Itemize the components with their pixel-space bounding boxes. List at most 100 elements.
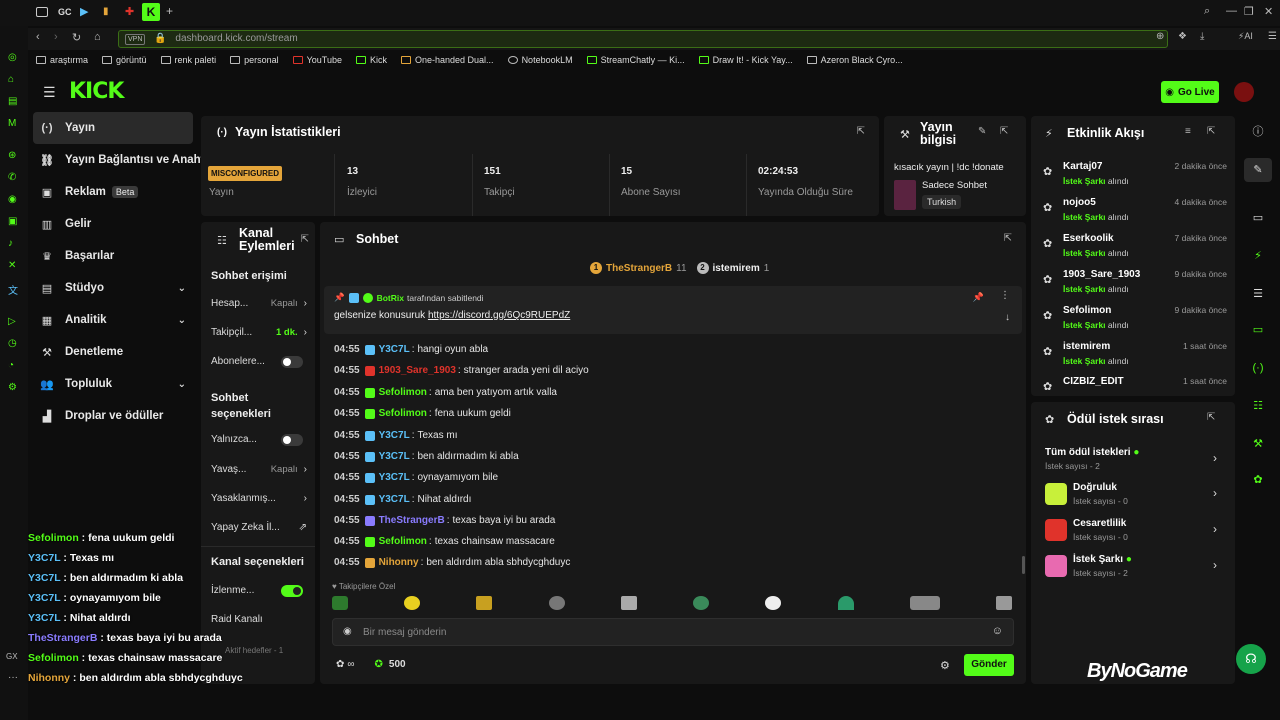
reward-item[interactable]: İstek Şarkı ● İstek sayısı - 2 › xyxy=(1045,552,1217,582)
emote-icon[interactable] xyxy=(548,596,565,610)
emote-icon[interactable] xyxy=(332,596,348,610)
tab-plugin-icon[interactable]: ✚ xyxy=(125,5,134,18)
translate-icon[interactable]: 文 xyxy=(8,282,18,297)
tab-kick-active[interactable]: K xyxy=(142,3,160,21)
nav-item-yayin[interactable]: (·) Yayın xyxy=(33,112,193,144)
message-username[interactable]: Nihonny xyxy=(379,557,419,568)
reward-icon[interactable]: ✿ xyxy=(336,659,344,670)
expand-icon[interactable]: ⇱ xyxy=(1207,412,1215,423)
whatsapp-icon[interactable]: ✆ xyxy=(8,172,16,183)
bookmark[interactable]: personal xyxy=(230,55,279,65)
emote-icon[interactable] xyxy=(476,596,493,610)
points-icon[interactable]: ✪ xyxy=(375,659,383,670)
message-username[interactable]: Y3C7L xyxy=(379,344,410,355)
reward-icon[interactable]: ✿ xyxy=(1244,468,1272,492)
bookmark[interactable]: NotebookLM xyxy=(507,55,573,65)
setting-account-age[interactable]: Hesap... Kapalı › xyxy=(211,298,307,309)
scrollbar[interactable] xyxy=(1022,556,1025,574)
menu-icon[interactable]: ☰ xyxy=(1268,31,1277,42)
music-icon[interactable]: ▤ xyxy=(8,96,17,107)
nav-item-reklam[interactable]: ▣ Reklam Beta xyxy=(28,176,198,208)
chat-settings-icon[interactable]: ◉ xyxy=(343,626,352,637)
more-options-icon[interactable]: ⋮ xyxy=(1000,290,1010,301)
setting-ai-moderation[interactable]: Yapay Zeka İl... ⇗ xyxy=(211,522,307,533)
bookmark[interactable]: Kick xyxy=(355,55,387,65)
minimize-icon[interactable]: — xyxy=(1226,5,1237,17)
list-icon[interactable]: ☰ xyxy=(1244,282,1272,306)
player-icon[interactable]: ▷ xyxy=(8,316,16,327)
history-icon[interactable]: ◷ xyxy=(8,338,17,349)
watch-party-toggle[interactable] xyxy=(281,585,303,597)
support-icon[interactable]: ☊ xyxy=(1236,644,1266,674)
setting-followers-only[interactable]: Takipçil... 1 dk. › xyxy=(211,327,307,338)
message-username[interactable]: Y3C7L xyxy=(379,472,410,483)
nav-item-topluluk[interactable]: 👥 Topluluk ⌄ xyxy=(28,368,198,400)
clock-icon[interactable]: ◔ xyxy=(8,360,14,371)
new-tab-icon[interactable]: + xyxy=(166,4,173,18)
emote-icon[interactable] xyxy=(693,596,710,610)
emote-icon[interactable] xyxy=(909,596,940,610)
expand-icon[interactable]: ⇱ xyxy=(1004,233,1012,244)
wrench-icon[interactable]: ⚒ xyxy=(1244,432,1272,456)
nav-item-basarilar[interactable]: ♛ Başarılar xyxy=(28,240,198,272)
subscribers-toggle[interactable] xyxy=(281,356,303,368)
bookmark[interactable]: YouTube xyxy=(292,55,342,65)
tab-chart-icon[interactable]: ▮ xyxy=(103,6,109,17)
info-icon[interactable]: ⓘ xyxy=(1244,120,1272,144)
aria-icon[interactable]: ⊕ xyxy=(1156,31,1164,42)
emoji-icon[interactable]: ☺ xyxy=(992,625,1003,637)
nav-item-droplar[interactable]: ▟ Droplar ve ödüller xyxy=(28,400,198,432)
bookmark[interactable]: araştırma xyxy=(36,55,88,65)
gx-icon[interactable]: GX xyxy=(6,652,18,661)
bookmark[interactable]: Draw It! - Kick Yay... xyxy=(698,55,793,65)
bookmark[interactable]: renk paleti xyxy=(160,55,216,65)
emote-icon[interactable] xyxy=(620,596,637,610)
collapse-icon[interactable]: ↓ xyxy=(1005,312,1010,323)
bookmark[interactable]: Azeron Black Cyro... xyxy=(806,55,903,65)
reward-item[interactable]: Cesaretlilik İstek sayısı - 0 › xyxy=(1045,516,1217,546)
discord-icon[interactable]: ◉ xyxy=(8,194,17,205)
emote-icon[interactable] xyxy=(765,596,782,610)
send-button[interactable]: Gönder xyxy=(964,654,1014,676)
tiktok-icon[interactable]: ♪ xyxy=(8,238,13,249)
nav-item-stream-key[interactable]: ⛓ Yayın Bağlantısı ve Anahtar xyxy=(28,144,215,176)
home-icon[interactable]: ⌂ xyxy=(94,31,101,43)
message-username[interactable]: 1903_Sare_1903 xyxy=(379,365,456,376)
message-username[interactable]: Y3C7L xyxy=(379,430,410,441)
more-icon[interactable]: ··· xyxy=(8,672,18,683)
close-window-icon[interactable]: ✕ xyxy=(1264,5,1273,18)
expand-icon[interactable]: ⇱ xyxy=(857,126,865,137)
setting-slow-mode[interactable]: Yavaş... Kapalı › xyxy=(211,464,307,475)
go-live-button[interactable]: ◉ Go Live xyxy=(1161,81,1219,103)
chat-icon[interactable]: ▭ xyxy=(1244,318,1272,342)
search-icon[interactable]: ⌕ xyxy=(1204,5,1210,18)
mail-icon[interactable]: M xyxy=(8,118,16,129)
emote-icon[interactable] xyxy=(995,596,1012,610)
nav-item-gelir[interactable]: ▥ Gelir xyxy=(28,208,198,240)
expand-icon[interactable]: ⇱ xyxy=(1000,126,1008,137)
forward-icon[interactable]: › xyxy=(54,31,58,43)
edit-icon[interactable]: ✎ xyxy=(978,126,986,137)
expand-icon[interactable]: ⇱ xyxy=(301,234,309,245)
bookmark[interactable]: StreamChatly — Ki... xyxy=(586,55,685,65)
tab-gc[interactable]: GC xyxy=(58,7,72,17)
extensions-icon[interactable]: ❖ xyxy=(1178,31,1187,42)
panel-icon[interactable]: ▭ xyxy=(1244,206,1272,230)
message-username[interactable]: Sefolimon xyxy=(379,387,427,398)
setting-banned-words[interactable]: Yasaklanmış... › xyxy=(211,493,307,504)
lightning-icon[interactable]: ⚡ xyxy=(1244,244,1272,268)
message-username[interactable]: Sefolimon xyxy=(379,408,427,419)
hamburger-icon[interactable]: ☰ xyxy=(43,84,56,101)
actions-icon[interactable]: ☷ xyxy=(1244,394,1272,418)
setting-raid-channel[interactable]: Raid Kanalı xyxy=(211,614,307,625)
nav-item-analitik[interactable]: ▦ Analitik ⌄ xyxy=(28,304,198,336)
tab-playstore-icon[interactable]: ▶ xyxy=(80,5,88,18)
x-icon[interactable]: ✕ xyxy=(8,260,16,271)
settings-gear-icon[interactable]: ⚙ xyxy=(940,659,950,672)
kick-logo[interactable]: KICK xyxy=(69,79,124,104)
bag-icon[interactable]: ⌂ xyxy=(8,74,14,85)
avatar[interactable] xyxy=(1234,82,1254,102)
message-username[interactable]: Y3C7L xyxy=(379,451,410,462)
top-user-name[interactable]: TheStrangerB xyxy=(606,263,672,274)
emote-icon[interactable] xyxy=(404,596,421,610)
